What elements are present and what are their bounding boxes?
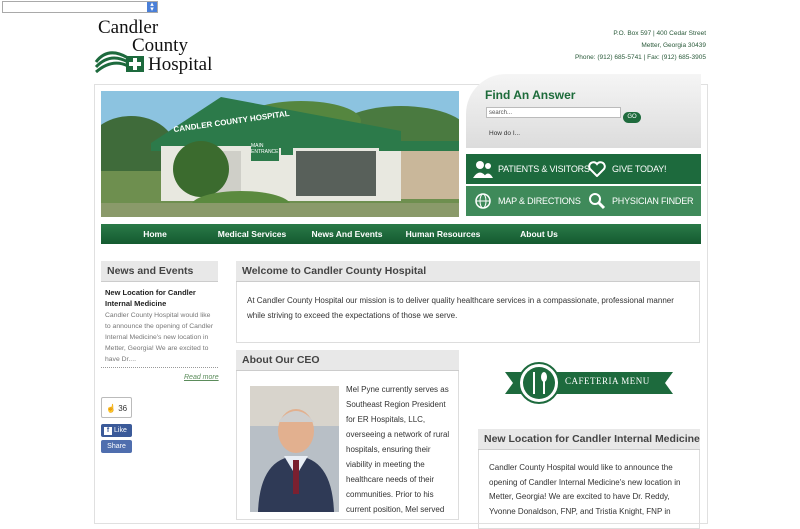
thumbs-up-icon: ☝ — [106, 404, 116, 413]
share-button[interactable]: Share — [101, 440, 132, 453]
news-item-body: Candler County Hospital would like to an… — [105, 312, 214, 363]
people-icon — [472, 159, 494, 179]
find-answer-panel: Find An Answer search... GO How do I... — [466, 74, 701, 148]
physician-finder-label: PHYSICIAN FINDER — [612, 196, 694, 206]
main-nav: Home Medical Services News And Events Hu… — [101, 224, 701, 244]
magnifier-icon — [586, 191, 608, 211]
ceo-header: About Our CEO — [236, 350, 459, 371]
heart-icon — [586, 159, 608, 179]
globe-icon — [472, 191, 494, 211]
like-count: 36 — [118, 404, 128, 413]
give-today-label: GIVE TODAY! — [612, 164, 667, 174]
quick-links-row-1: PATIENTS & VISITORS GIVE TODAY! — [466, 154, 701, 184]
welcome-text: At Candler County Hospital our mission i… — [247, 296, 674, 320]
nav-medical-services[interactable]: Medical Services — [214, 224, 290, 244]
ceo-bio-text: Mel Pyne currently serves as Southeast R… — [346, 385, 450, 514]
like-count-box: ☝ 36 — [101, 397, 132, 418]
give-today-button[interactable]: GIVE TODAY! — [586, 154, 667, 184]
patients-visitors-label: PATIENTS & VISITORS — [498, 164, 590, 174]
hero-image: CANDLER COUNTY HOSPITAL MAIN ENTRANCE — [101, 91, 459, 217]
find-answer-title: Find An Answer — [485, 88, 576, 102]
location-header: New Location for Candler Internal Medici… — [478, 429, 700, 450]
how-do-i-dropdown[interactable]: How do I... — [489, 130, 520, 137]
select-arrow-icon: ▴ ▾ — [147, 1, 157, 13]
nav-about-us[interactable]: About Us — [515, 224, 563, 244]
search-input[interactable]: search... — [486, 107, 621, 118]
address-line: P.O. Box 597 | 400 Cedar Street — [613, 30, 706, 37]
map-directions-button[interactable]: MAP & DIRECTIONS — [472, 186, 581, 216]
map-directions-label: MAP & DIRECTIONS — [498, 196, 581, 206]
facebook-icon: f — [104, 427, 112, 435]
entrance-sign: MAIN ENTRANCE — [251, 143, 279, 155]
news-item-title[interactable]: New Location for Candler Internal Medici… — [105, 287, 215, 309]
go-button[interactable]: GO — [623, 112, 641, 123]
logo-swoosh-icon — [94, 51, 144, 74]
physician-finder-button[interactable]: PHYSICIAN FINDER — [586, 186, 694, 216]
hospital-logo[interactable]: Candler County Hospital — [94, 18, 218, 76]
cafeteria-menu-banner[interactable]: CAFETERIA MENU — [505, 362, 673, 404]
logo-line-3: Hospital — [148, 54, 213, 75]
nav-human-resources[interactable]: Human Resources — [404, 224, 482, 244]
quick-links-row-2: MAP & DIRECTIONS PHYSICIAN FINDER — [466, 186, 701, 216]
phone-line: Phone: (912) 685-5741 | Fax: (912) 685-3… — [574, 54, 706, 61]
like-label: Like — [114, 427, 127, 434]
welcome-header: Welcome to Candler County Hospital — [236, 261, 700, 282]
news-events-header: News and Events — [101, 261, 218, 282]
read-more-link[interactable]: Read more — [184, 374, 219, 381]
news-divider — [101, 367, 218, 368]
patients-visitors-button[interactable]: PATIENTS & VISITORS — [472, 154, 590, 184]
language-select[interactable]: ▴ ▾ — [2, 1, 158, 13]
contact-info: P.O. Box 597 | 400 Cedar Street Metter, … — [575, 28, 706, 64]
nav-news-events[interactable]: News And Events — [309, 224, 385, 244]
like-button[interactable]: f Like — [101, 424, 132, 437]
city-line: Metter, Georgia 30439 — [641, 42, 706, 49]
nav-home[interactable]: Home — [135, 224, 175, 244]
ceo-photo — [250, 386, 339, 512]
location-text: Candler County Hospital would like to an… — [489, 463, 681, 516]
cafeteria-menu-label: CAFETERIA MENU — [565, 376, 650, 386]
